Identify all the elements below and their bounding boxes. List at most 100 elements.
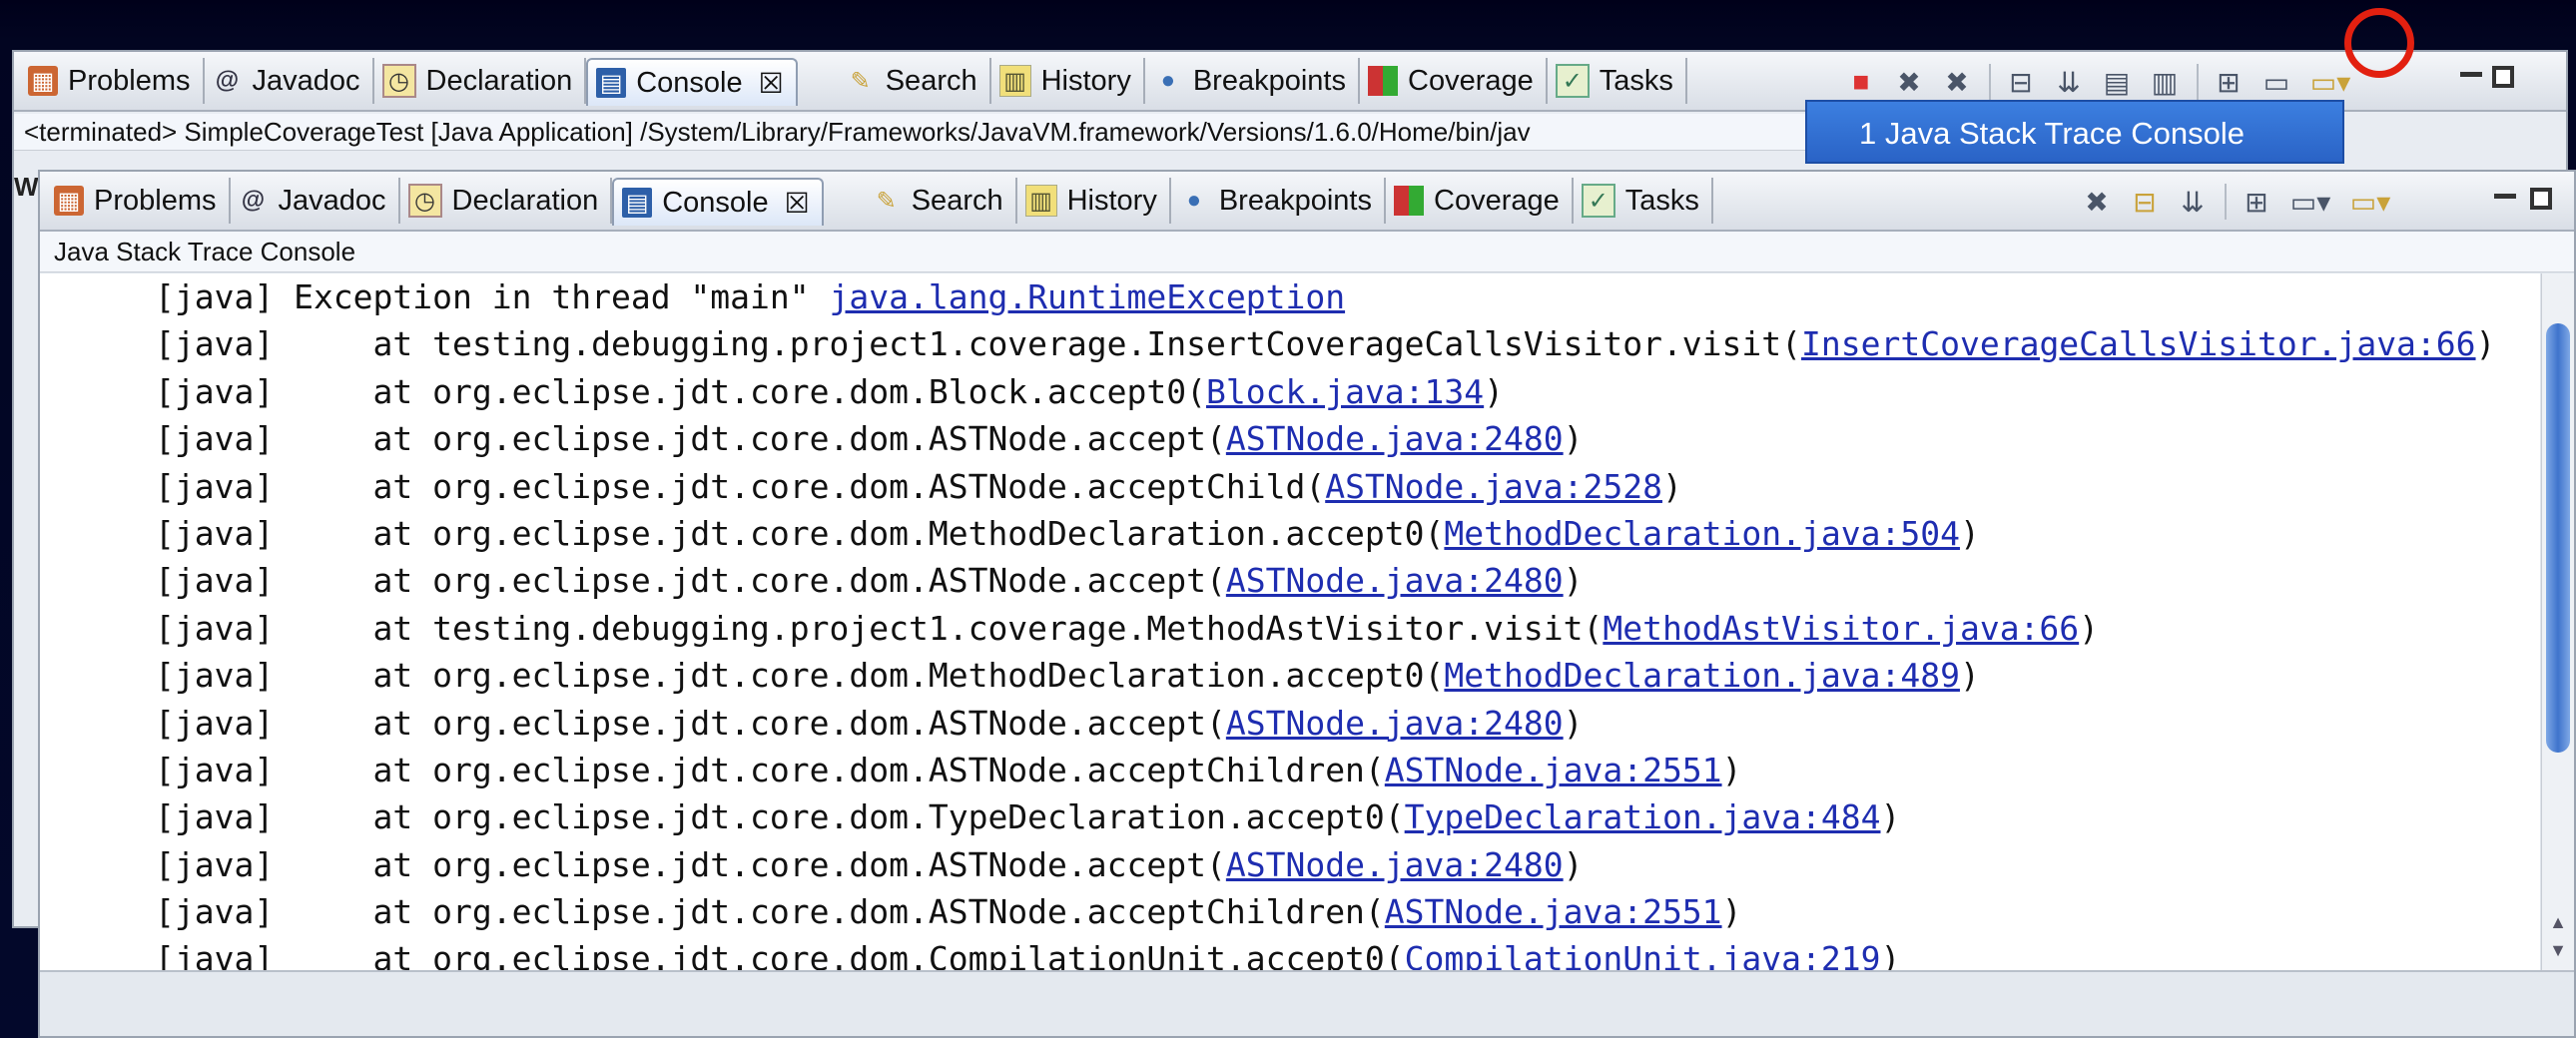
open-console-dropdown-icon[interactable]: ▭▾ xyxy=(2304,62,2356,102)
close-tab-icon[interactable]: ☒ xyxy=(785,187,810,220)
maximize-icon[interactable] xyxy=(2492,66,2514,88)
stack-trace-link[interactable]: MethodDeclaration.java:489 xyxy=(1444,656,1960,695)
tab-gap xyxy=(798,58,838,104)
console-output[interactable]: [java] Exception in thread "main" java.l… xyxy=(40,273,2540,972)
stack-trace-link[interactable]: ASTNode.java:2480 xyxy=(1226,704,1564,743)
console-line-text: [java] at org.eclipse.jdt.core.dom.ASTNo… xyxy=(155,561,1226,601)
javadoc-icon: @ xyxy=(215,67,240,94)
scrollbar-thumb[interactable] xyxy=(2546,323,2570,753)
tab-coverage[interactable]: ■ Coverage xyxy=(1386,178,1574,224)
tab-tasks[interactable]: ✓ Tasks xyxy=(1574,178,1713,224)
tab-label: Declaration xyxy=(425,64,573,97)
stack-trace-link[interactable]: TypeDeclaration.java:484 xyxy=(1405,797,1881,836)
console-line: [java] at testing.debugging.project1.cov… xyxy=(40,320,2540,367)
tab-breakpoints[interactable]: ● Breakpoints xyxy=(1171,178,1386,224)
stack-trace-link[interactable]: ASTNode.java:2480 xyxy=(1226,845,1564,884)
tab-problems[interactable]: ▦ Problems xyxy=(46,178,231,224)
stack-trace-link[interactable]: Block.java:134 xyxy=(1206,372,1484,411)
clear-console-icon[interactable]: ⊟ xyxy=(2001,62,2041,102)
tab-label: Problems xyxy=(94,184,217,217)
console-line-text: [java] Exception in thread "main" xyxy=(155,277,830,316)
stack-trace-link[interactable]: CompilationUnit.java:219 xyxy=(1405,939,1881,972)
declaration-icon: ◷ xyxy=(381,64,416,98)
stack-trace-link[interactable]: java.lang.RuntimeException xyxy=(830,277,1346,316)
tab-label: Console xyxy=(636,66,743,99)
search-icon: ✎ xyxy=(850,67,871,95)
console-input-area[interactable] xyxy=(40,970,2574,1036)
vertical-scrollbar[interactable]: ▲ ▼ xyxy=(2541,273,2574,972)
toolbar-separator xyxy=(1989,64,1991,100)
tab-console[interactable]: ▤ Console ☒ xyxy=(586,58,798,106)
stack-trace-link[interactable]: ASTNode.java:2551 xyxy=(1385,892,1722,931)
tab-label: Tasks xyxy=(1599,64,1673,97)
clear-console-icon[interactable]: ⊟ xyxy=(2125,182,2165,222)
pin-console-icon[interactable]: ⊞ xyxy=(2237,182,2276,222)
tab-console[interactable]: ▤ Console ☒ xyxy=(612,178,824,226)
terminate-icon[interactable]: ■ xyxy=(1841,62,1881,102)
scroll-up-icon[interactable]: ▲ xyxy=(2546,912,2570,938)
history-icon: ▥ xyxy=(998,65,1031,97)
open-console-menu-item[interactable]: 1 Java Stack Trace Console xyxy=(1805,100,2344,164)
remove-all-terminated-icon[interactable]: ✖ xyxy=(1937,62,1977,102)
stack-trace-link[interactable]: InsertCoverageCallsVisitor.java:66 xyxy=(1801,324,2476,363)
terminated-process-label: <terminated> SimpleCoverageTest [Java Ap… xyxy=(14,114,1821,151)
console-line: [java] Exception in thread "main" java.l… xyxy=(40,273,2540,320)
display-selected-console-icon[interactable]: ▭ xyxy=(2256,62,2296,102)
close-tab-icon[interactable]: ☒ xyxy=(759,67,784,100)
show-on-output-icon[interactable]: ▤ xyxy=(2097,62,2137,102)
toolbar-separator xyxy=(2225,184,2227,220)
minimize-icon[interactable] xyxy=(2494,194,2516,199)
scroll-lock-icon[interactable]: ⇊ xyxy=(2049,62,2089,102)
front-console-toolbar: ✖ ⊟ ⇊ ⊞ ▭▾ ▭▾ xyxy=(2077,180,2404,224)
console-line-suffix: ) xyxy=(2079,608,2100,648)
tab-declaration[interactable]: ◷ Declaration xyxy=(374,58,587,104)
back-console-toolbar: ■ ✖ ✖ ⊟ ⇊ ▤ ▥ ⊞ ▭ ▭▾ xyxy=(1841,60,2364,104)
tab-label: History xyxy=(1066,184,1157,217)
console-line-suffix: ) xyxy=(1959,656,1980,696)
tab-history[interactable]: ▥ History xyxy=(1017,178,1171,224)
console-line-text: [java] at org.eclipse.jdt.core.dom.Block… xyxy=(155,371,1206,411)
scroll-down-icon[interactable]: ▼ xyxy=(2546,940,2570,966)
console-line-text: [java] at org.eclipse.jdt.core.dom.ASTNo… xyxy=(155,703,1226,743)
tab-tasks[interactable]: ✓ Tasks xyxy=(1548,58,1687,104)
history-icon: ▥ xyxy=(1024,185,1057,217)
tab-history[interactable]: ▥ History xyxy=(991,58,1145,104)
tab-declaration[interactable]: ◷ Declaration xyxy=(400,178,613,224)
tab-label: Breakpoints xyxy=(1192,64,1346,97)
maximize-icon[interactable] xyxy=(2530,188,2552,210)
console-line-text: [java] at org.eclipse.jdt.core.dom.ASTNo… xyxy=(155,892,1385,932)
tab-coverage[interactable]: ■ Coverage xyxy=(1360,58,1548,104)
display-selected-console-icon[interactable]: ▭▾ xyxy=(2284,182,2336,222)
tab-label: Breakpoints xyxy=(1218,184,1372,217)
tab-javadoc[interactable]: @ Javadoc xyxy=(205,58,374,104)
tab-problems[interactable]: ▦ Problems xyxy=(20,58,205,104)
minimize-icon[interactable] xyxy=(2460,72,2482,77)
stack-trace-link[interactable]: MethodAstVisitor.java:66 xyxy=(1603,609,2079,648)
problems-icon: ▦ xyxy=(28,66,58,96)
scroll-lock-icon[interactable]: ⇊ xyxy=(2173,182,2213,222)
console-line-suffix: ) xyxy=(1880,939,1901,972)
tab-breakpoints[interactable]: ● Breakpoints xyxy=(1145,58,1360,104)
tab-label: Search xyxy=(885,64,977,97)
tab-javadoc[interactable]: @ Javadoc xyxy=(231,178,400,224)
console-line-suffix: ) xyxy=(1563,703,1584,743)
stack-trace-link[interactable]: ASTNode.java:2551 xyxy=(1385,751,1722,789)
console-line-text: [java] at org.eclipse.jdt.core.dom.ASTNo… xyxy=(155,419,1226,459)
console-icon: ▤ xyxy=(596,68,627,98)
stack-trace-link[interactable]: MethodDeclaration.java:504 xyxy=(1444,514,1960,553)
open-console-dropdown-icon[interactable]: ▭▾ xyxy=(2344,182,2396,222)
close-console-icon[interactable]: ✖ xyxy=(2077,182,2117,222)
console-line-suffix: ) xyxy=(1880,797,1901,837)
stack-trace-link[interactable]: ASTNode.java:2528 xyxy=(1325,467,1662,506)
pin-console-icon[interactable]: ⊞ xyxy=(2209,62,2249,102)
console-line: [java] at org.eclipse.jdt.core.dom.ASTNo… xyxy=(40,841,2540,888)
tab-search[interactable]: ✎ Search xyxy=(864,178,1017,224)
front-console-panel: ▦ Problems @ Javadoc ◷ Declaration ▤ Console ☒ ✎ S… xyxy=(38,170,2576,1038)
console-line-text: [java] at testing.debugging.project1.cov… xyxy=(155,324,1802,364)
remove-launch-icon[interactable]: ✖ xyxy=(1889,62,1929,102)
console-line-suffix: ) xyxy=(1563,844,1584,884)
stack-trace-link[interactable]: ASTNode.java:2480 xyxy=(1226,561,1564,600)
tab-search[interactable]: ✎ Search xyxy=(838,58,991,104)
show-on-error-icon[interactable]: ▥ xyxy=(2145,62,2185,102)
stack-trace-link[interactable]: ASTNode.java:2480 xyxy=(1226,419,1564,458)
